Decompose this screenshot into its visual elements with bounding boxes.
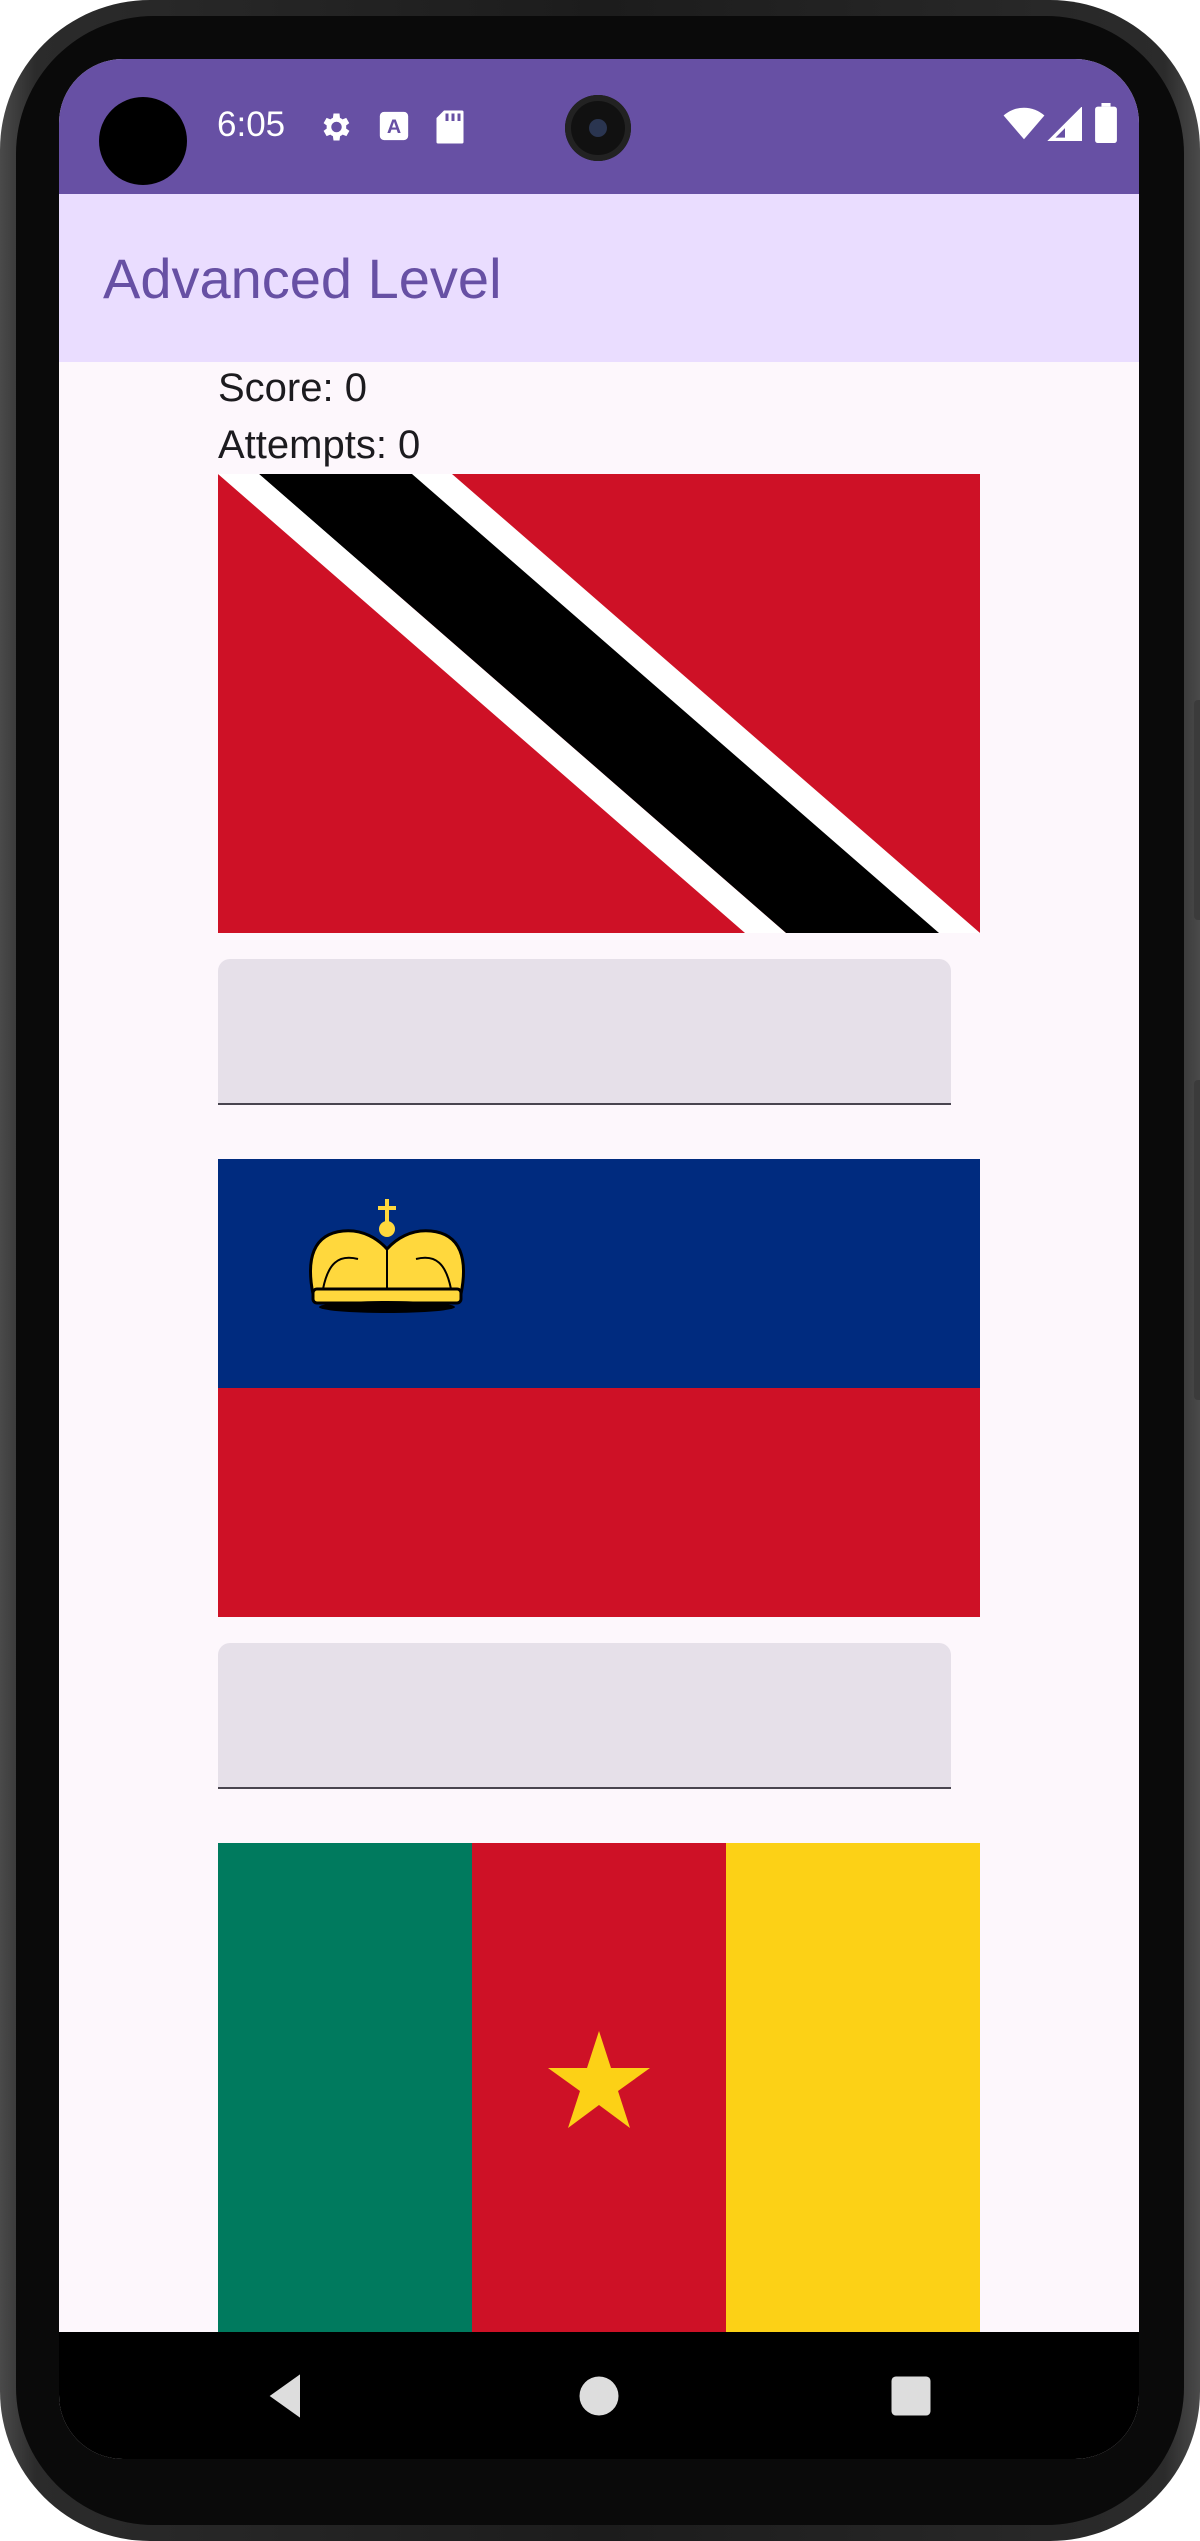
wifi-icon <box>1003 107 1045 146</box>
recents-icon[interactable] <box>885 2370 937 2422</box>
battery-icon <box>1095 103 1117 148</box>
status-bar: 6:05 A <box>59 59 1139 194</box>
svg-text:A: A <box>387 116 401 138</box>
device-screen: 6:05 A Advanced Level Score: 0 Attempts:… <box>59 59 1139 2459</box>
back-icon[interactable] <box>261 2370 313 2422</box>
camera-cutout <box>99 97 187 185</box>
top-app-bar: Advanced Level <box>59 194 1139 362</box>
power-button <box>1194 1080 1200 1400</box>
answer-field-1[interactable] <box>218 959 951 1105</box>
home-icon[interactable] <box>573 2370 625 2422</box>
system-navigation-bar <box>59 2332 1139 2459</box>
cameroon-flag <box>218 1843 980 2332</box>
score-label: Score: 0 <box>218 366 367 410</box>
status-time: 6:05 <box>217 105 286 144</box>
attempts-label: Attempts: 0 <box>218 423 421 467</box>
liechtenstein-flag <box>218 1159 980 1617</box>
page-title: Advanced Level <box>103 247 502 310</box>
settings-icon <box>317 109 353 150</box>
trinidad-and-tobago-flag <box>218 474 980 933</box>
answer-input-1[interactable] <box>218 959 951 1103</box>
front-camera <box>565 95 631 161</box>
answer-input-2[interactable] <box>218 1643 951 1787</box>
answer-field-2[interactable] <box>218 1643 951 1789</box>
volume-button <box>1194 700 1200 920</box>
autofill-a-icon: A <box>377 109 411 148</box>
cell-signal-icon <box>1047 106 1083 146</box>
sd-card-icon <box>435 109 465 150</box>
phone-frame: 6:05 A Advanced Level Score: 0 Attempts:… <box>0 0 1200 2541</box>
